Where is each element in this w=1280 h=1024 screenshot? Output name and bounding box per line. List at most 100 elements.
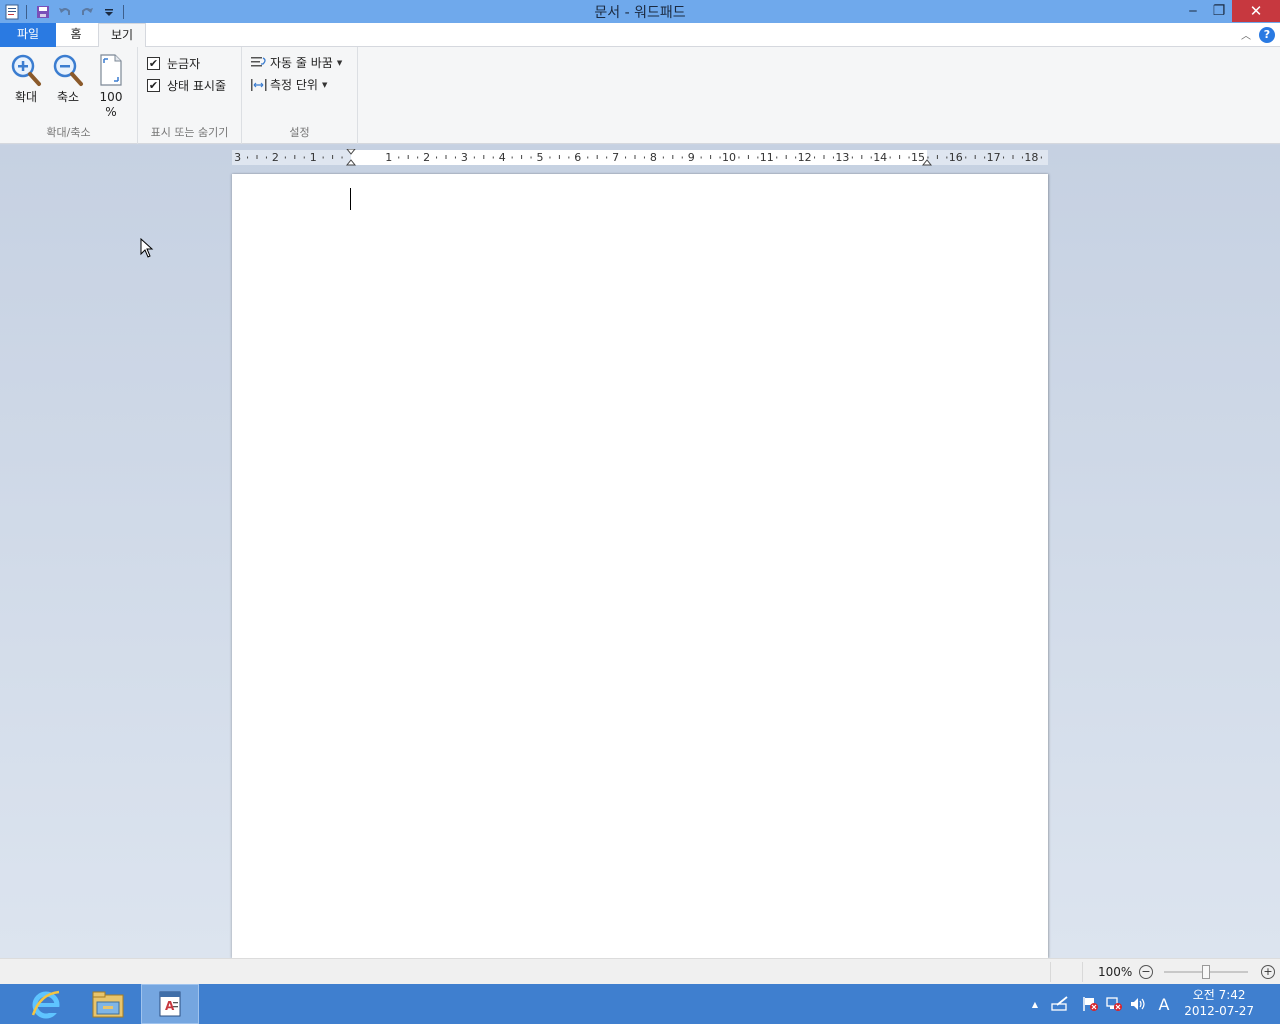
ruler-tick [851, 156, 853, 159]
ruler-tick [256, 155, 258, 159]
zoom-in-button[interactable]: 확대 [8, 53, 44, 105]
zoom-group-label: 확대/축소 [46, 126, 91, 139]
status-separator [1050, 962, 1051, 982]
zoom-100-label-percent: % [105, 105, 117, 119]
ruler-tick [785, 155, 787, 159]
show-hide-group-label: 표시 또는 숨기기 [150, 126, 229, 139]
wordpad-icon: A [159, 991, 181, 1017]
ruler-label: 1 [310, 151, 317, 164]
zoom-100-button[interactable]: 100 % [94, 53, 128, 120]
text-caret [350, 188, 351, 210]
ruler-tick [643, 156, 645, 159]
ruler-tick [710, 155, 712, 159]
title-bar: 문서 - 워드패드 ‒ ❐ ✕ [0, 0, 1280, 23]
ruler-tick [568, 156, 570, 159]
ruler-tick [908, 156, 910, 159]
ribbon: 확대 축소 100 % 확대/축소 ✔ 눈금자 ✔ 상태 표시줄 표시 또는 숨… [0, 47, 1280, 144]
ruler-tick [776, 156, 778, 159]
status-bar: 100% − + [0, 958, 1280, 984]
ruler-tick [549, 156, 551, 159]
restore-button[interactable]: ❐ [1206, 0, 1232, 22]
window-title: 문서 - 워드패드 [594, 5, 686, 21]
taskbar-file-explorer[interactable] [79, 984, 137, 1024]
zoom-out-slider-button[interactable]: − [1139, 965, 1153, 979]
ruler-tick [927, 156, 929, 159]
action-center-flag-icon[interactable] [1080, 984, 1100, 1024]
tab-home[interactable]: 홈 [56, 23, 96, 47]
ruler-tick [398, 156, 400, 159]
ruler-tick [625, 156, 627, 159]
page-100-icon [100, 54, 122, 86]
ruler-tick [265, 156, 267, 159]
zoom-out-button[interactable]: 축소 [50, 53, 86, 105]
tray-overflow-icon[interactable]: ▲ [1028, 984, 1042, 1024]
word-wrap-button[interactable]: 자동 줄 바꿈 ▼ [250, 54, 342, 71]
measurement-units-label: 측정 단위 [270, 78, 318, 92]
ruler-checkbox-label: 눈금자 [167, 57, 201, 71]
statusbar-checkbox[interactable]: ✔ 상태 표시줄 [147, 77, 226, 94]
statusbar-checkbox-label: 상태 표시줄 [167, 79, 227, 93]
ruler-tick [521, 155, 523, 159]
zoom-out-label: 축소 [56, 90, 80, 104]
ruler-tick [823, 155, 825, 159]
tray-pen-icon[interactable] [1050, 984, 1070, 1024]
measurement-units-dropdown-icon[interactable]: ▼ [322, 81, 327, 89]
document-workspace: 3 2 1 1 2 3 4 5 6 7 8 9 10 11 12 13 14 15 16 17 18 [0, 145, 1280, 958]
ruler-tick [1012, 155, 1014, 159]
taskbar-wordpad[interactable]: A [141, 984, 199, 1024]
ruler-tick [672, 155, 674, 159]
mouse-cursor-icon [140, 238, 154, 258]
help-icon[interactable]: ? [1259, 27, 1275, 43]
file-explorer-icon [92, 991, 124, 1018]
ribbon-tab-bar: 파일 홈 보기 ︿ ? [0, 23, 1280, 48]
ruler-tick [606, 156, 608, 159]
ruler-checkbox[interactable]: ✔ 눈금자 [147, 55, 200, 72]
ruler-tick [341, 156, 343, 159]
document-page[interactable] [232, 174, 1048, 958]
statusbar-checkbox-box[interactable]: ✔ [147, 79, 160, 92]
internet-explorer-icon [31, 990, 60, 1019]
ruler-label: 8 [650, 151, 657, 164]
ruler-tick [757, 156, 759, 159]
network-disconnected-icon[interactable] [1104, 984, 1124, 1024]
word-wrap-label: 자동 줄 바꿈 [270, 56, 333, 70]
ruler-tick [634, 155, 636, 159]
zoom-out-icon [53, 54, 83, 86]
ruler-tick [738, 156, 740, 159]
ruler-tick [832, 156, 834, 159]
volume-icon[interactable] [1128, 984, 1148, 1024]
ruler-tick [436, 156, 438, 159]
ruler-label: 2 [272, 151, 279, 164]
ruler-tick [719, 156, 721, 159]
minimize-button[interactable]: ‒ [1180, 0, 1206, 22]
ruler-label: 10 [722, 151, 736, 164]
ruler-label: 2 [423, 151, 430, 164]
collapse-ribbon-icon[interactable]: ︿ [1238, 27, 1254, 43]
tab-view[interactable]: 보기 [98, 23, 146, 48]
taskbar-internet-explorer[interactable] [17, 984, 75, 1024]
ruler-tick [899, 155, 901, 159]
clock-date: 2012-07-27 [1184, 1004, 1254, 1018]
zoom-in-slider-button[interactable]: + [1261, 965, 1275, 979]
ruler-tick [530, 156, 532, 159]
close-button[interactable]: ✕ [1232, 0, 1280, 22]
ruler-tick [303, 156, 305, 159]
clock[interactable]: 오전 7:42 2012-07-27 [1184, 987, 1254, 1019]
ruler-label: 13 [835, 151, 849, 164]
ruler-label: 3 [461, 151, 468, 164]
ruler-tick [936, 155, 938, 159]
tab-file[interactable]: 파일 [0, 23, 56, 47]
ruler-label: 14 [873, 151, 887, 164]
ruler-tick [984, 156, 986, 159]
word-wrap-dropdown-icon[interactable]: ▼ [337, 59, 342, 67]
ruler-checkbox-box[interactable]: ✔ [147, 57, 160, 70]
ruler-label: 4 [499, 151, 506, 164]
measurement-units-button[interactable]: 측정 단위 ▼ [250, 76, 327, 93]
ruler-tick [284, 156, 286, 159]
ruler[interactable]: 3 2 1 1 2 3 4 5 6 7 8 9 10 11 12 13 14 15 16 17 18 [232, 149, 1048, 166]
zoom-percent: 100% [1098, 965, 1133, 979]
ruler-tick [483, 155, 485, 159]
zoom-slider-thumb[interactable] [1202, 965, 1210, 979]
ruler-tick [662, 156, 664, 159]
ime-indicator[interactable]: A [1154, 984, 1174, 1024]
